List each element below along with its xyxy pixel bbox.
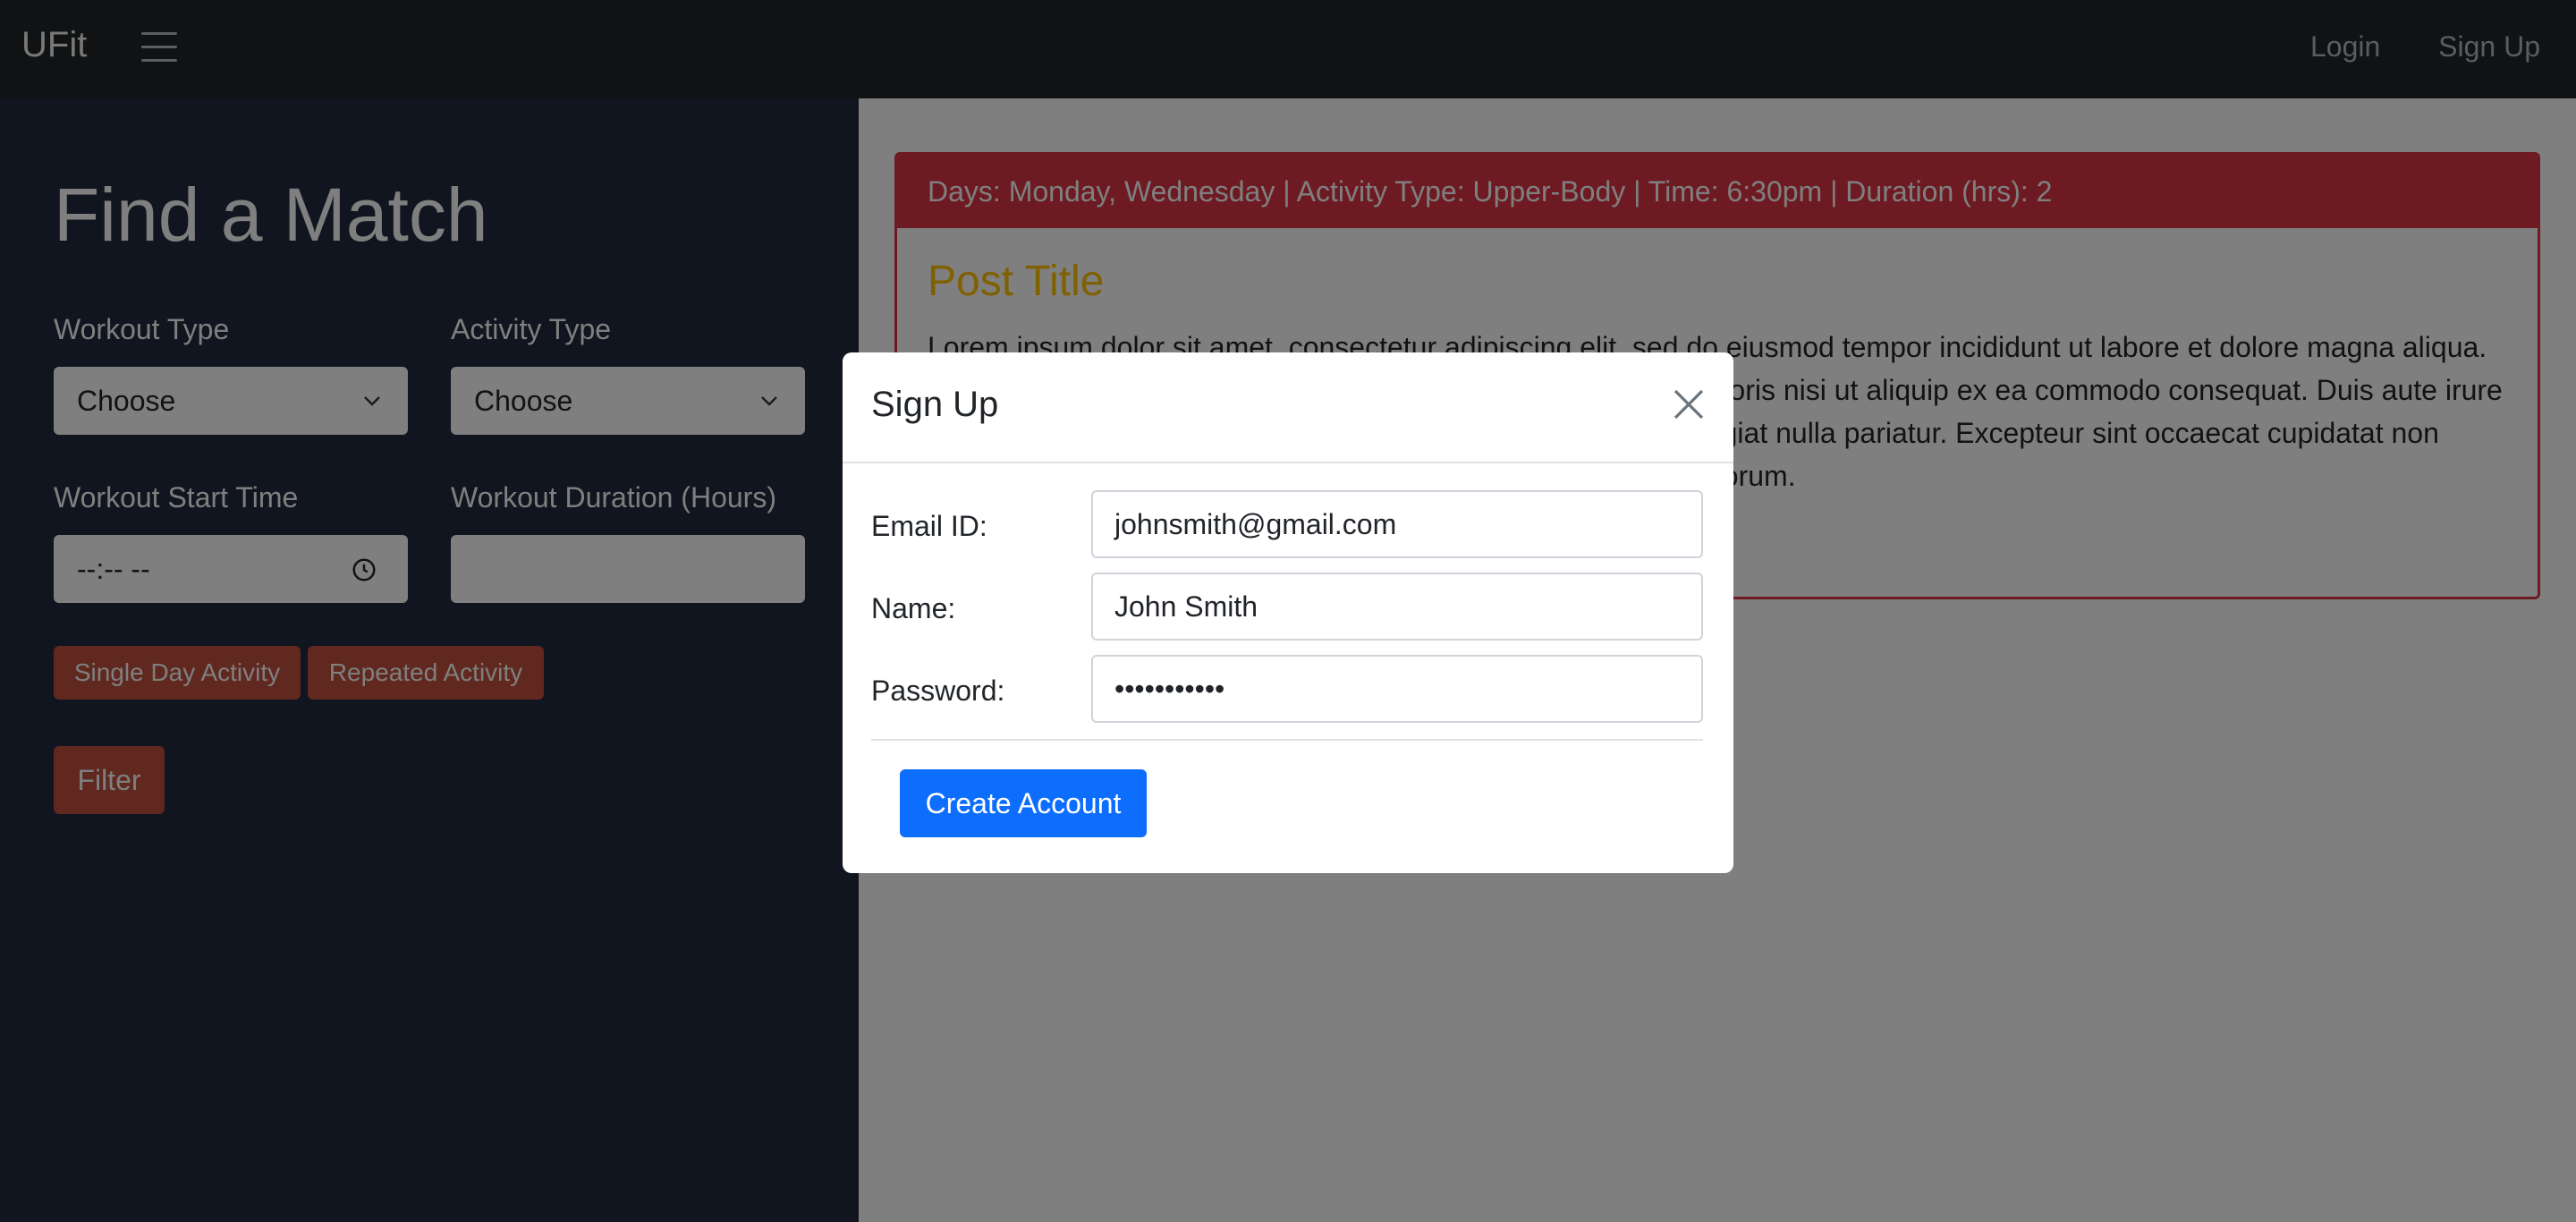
create-account-button[interactable]: Create Account: [900, 769, 1147, 837]
password-field[interactable]: •••••••••••: [1091, 655, 1703, 723]
name-label: Name:: [871, 592, 956, 624]
name-field[interactable]: John Smith: [1091, 573, 1703, 641]
close-icon[interactable]: [1671, 386, 1707, 422]
email-label: Email ID:: [871, 510, 987, 542]
modal-footer-divider: [871, 739, 1703, 741]
password-value: •••••••••••: [1114, 672, 1225, 705]
modal-header-divider: [843, 462, 1733, 463]
email-field[interactable]: johnsmith@gmail.com: [1091, 490, 1703, 558]
signup-modal: Sign Up Email ID: johnsmith@gmail.com Na…: [843, 352, 1733, 873]
modal-title: Sign Up: [871, 385, 999, 424]
password-label: Password:: [871, 675, 1005, 707]
name-value: John Smith: [1114, 590, 1258, 623]
email-value: johnsmith@gmail.com: [1114, 507, 1397, 540]
